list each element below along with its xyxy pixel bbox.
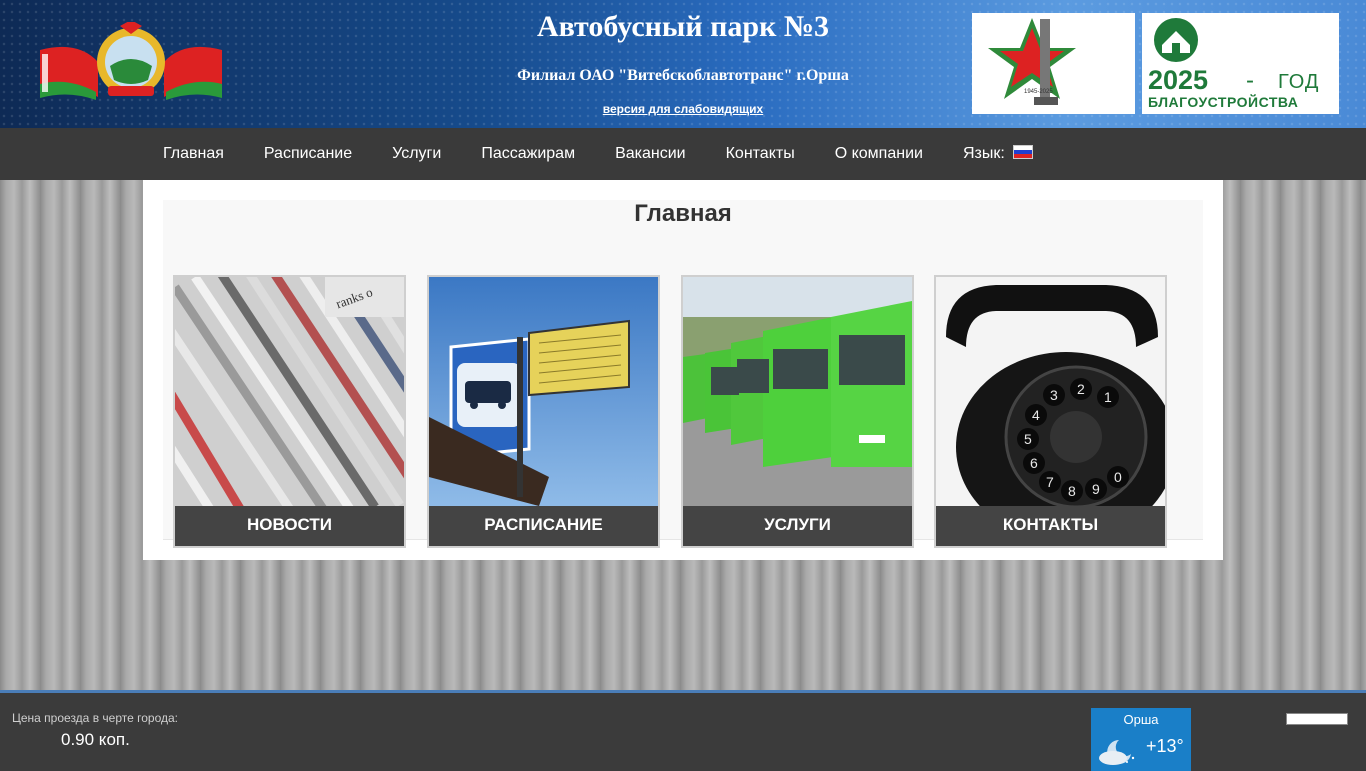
nav-item-contacts[interactable]: Контакты: [706, 128, 815, 180]
nav-item-services[interactable]: Услуги: [372, 128, 461, 180]
badge-dash: -: [1246, 67, 1254, 94]
card-news[interactable]: ranks o НОВОСТИ: [173, 275, 406, 548]
nav-item-schedule[interactable]: Расписание: [244, 128, 372, 180]
rotary-phone-image: 1 2 3 4 5 6 7 8 9 0: [936, 277, 1165, 506]
victory-years-text: 1945-2025: [1024, 89, 1053, 95]
nav-item-vacancies[interactable]: Вакансии: [595, 128, 706, 180]
russian-flag-icon[interactable]: [1012, 145, 1033, 159]
cloudy-night-icon: [1099, 740, 1135, 765]
nav-item-passengers[interactable]: Пассажирам: [461, 128, 595, 180]
weather-city: Орша: [1123, 712, 1159, 727]
nav-item-language[interactable]: Язык:: [943, 128, 1053, 180]
card-news-label: НОВОСТИ: [175, 506, 404, 546]
visit-counter-icon[interactable]: [1286, 713, 1348, 725]
green-buses-image: [683, 277, 912, 506]
main-navigation: Главная Расписание Услуги Пассажирам Вак…: [0, 128, 1366, 180]
svg-text:4: 4: [1032, 407, 1040, 423]
card-services[interactable]: УСЛУГИ: [681, 275, 914, 548]
svg-text:1: 1: [1104, 389, 1112, 405]
svg-text:7: 7: [1046, 474, 1054, 490]
bus-stop-sign-image: [429, 277, 658, 506]
card-contacts-label: КОНТАКТЫ: [936, 506, 1165, 546]
badge-god: ГОД: [1278, 71, 1320, 93]
badge-year: 2025: [1148, 65, 1209, 95]
site-header: Автобусный парк №3 Филиал ОАО "Витебскоб…: [0, 0, 1366, 128]
card-schedule-label: РАСПИСАНИЕ: [429, 506, 658, 546]
card-schedule[interactable]: РАСПИСАНИЕ: [427, 275, 660, 548]
site-footer: Цена проезда в черте города: 0.90 коп. О…: [0, 690, 1366, 771]
nav-item-home[interactable]: Главная: [143, 128, 244, 180]
content-panel: Главная ranks o НОВОСТИ РАСПИСАНИЕ УСЛУГ…: [163, 200, 1203, 548]
svg-text:6: 6: [1030, 455, 1038, 471]
page-title: Главная: [634, 200, 732, 227]
main-content: Главная ranks o НОВОСТИ РАСПИСАНИЕ УСЛУГ…: [143, 180, 1223, 560]
house-leaf-icon: [1154, 18, 1198, 62]
language-label: Язык:: [962, 145, 1005, 162]
weather-widget[interactable]: Орша +13°: [1091, 708, 1191, 771]
badge-text: БЛАГОУСТРОЙСТВА: [1148, 94, 1299, 110]
year-of-improvement-banner[interactable]: 2025 - ГОД БЛАГОУСТРОЙСТВА: [1142, 13, 1339, 114]
svg-text:0: 0: [1114, 469, 1122, 485]
svg-text:5: 5: [1024, 431, 1032, 447]
svg-text:3: 3: [1050, 387, 1058, 403]
card-services-label: УСЛУГИ: [683, 506, 912, 546]
weather-temperature: +13°: [1146, 736, 1184, 756]
card-contacts[interactable]: 1 2 3 4 5 6 7 8 9 0 КОНТАКТЫ: [934, 275, 1167, 548]
newspapers-image: ranks o: [175, 277, 404, 506]
fare-label: Цена проезда в черте города:: [12, 711, 178, 725]
svg-text:8: 8: [1068, 483, 1076, 499]
svg-text:2: 2: [1077, 381, 1085, 397]
victory-star-icon: 1945-2025: [988, 18, 1076, 105]
nav-item-about[interactable]: О компании: [815, 128, 943, 180]
victory-anniversary-banner[interactable]: 1945-2025: [972, 13, 1135, 114]
svg-text:9: 9: [1092, 481, 1100, 497]
fare-value: 0.90 коп.: [61, 730, 130, 749]
